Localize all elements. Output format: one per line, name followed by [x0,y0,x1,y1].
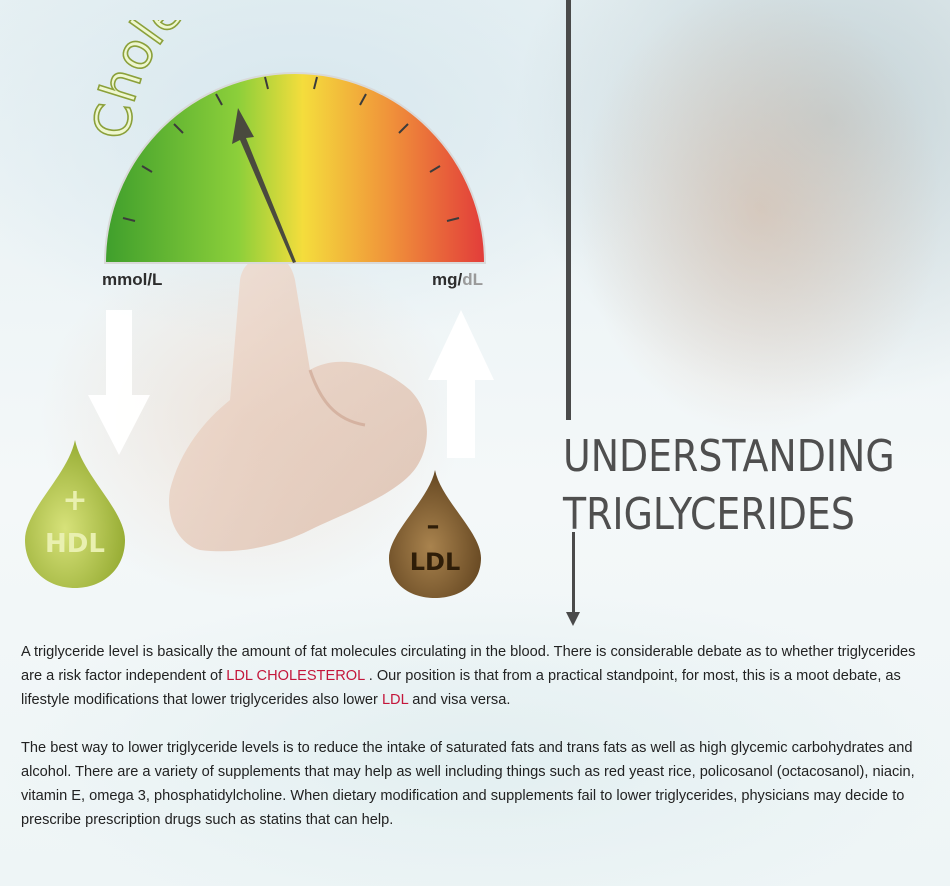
ldl-link[interactable]: LDL [382,692,408,708]
paragraph-1: A triglyceride level is basically the am… [21,640,921,712]
hdl-label: HDL [45,529,105,559]
ldl-minus-sign: – [427,511,440,541]
paragraph-2: The best way to lower triglyceride level… [21,740,915,828]
hdl-drop-icon: + HDL [25,440,125,588]
page-heading: UNDERSTANDING TRIGLYCERIDES [563,428,895,544]
unit-mg-text: mg/ [432,270,463,289]
ldl-cholesterol-link[interactable]: LDL CHOLESTEROL [226,668,364,684]
divider-arrowhead-icon [566,612,580,626]
ldl-drop-icon: – LDL [389,470,481,598]
vertical-divider-top [566,0,571,420]
heading-line-1: UNDERSTANDING [563,431,895,482]
ldl-label: LDL [410,548,461,576]
hdl-plus-sign: + [62,483,87,518]
heading-line-2: TRIGLYCERIDES [563,489,855,540]
paragraph-1-text-c: and visa versa. [408,692,511,708]
unit-mgdl-label: mg/dL [432,270,483,290]
up-arrow-icon [428,310,494,458]
article-body: A triglyceride level is basically the am… [21,640,921,856]
unit-mmol-label: mmol/L [102,270,163,289]
cholesterol-gauge: Cholesterol [90,20,487,264]
gauge-dial [103,72,487,264]
vertical-divider-bottom [572,532,575,614]
down-arrow-icon [88,310,150,455]
unit-dl-text: dL [462,270,484,289]
